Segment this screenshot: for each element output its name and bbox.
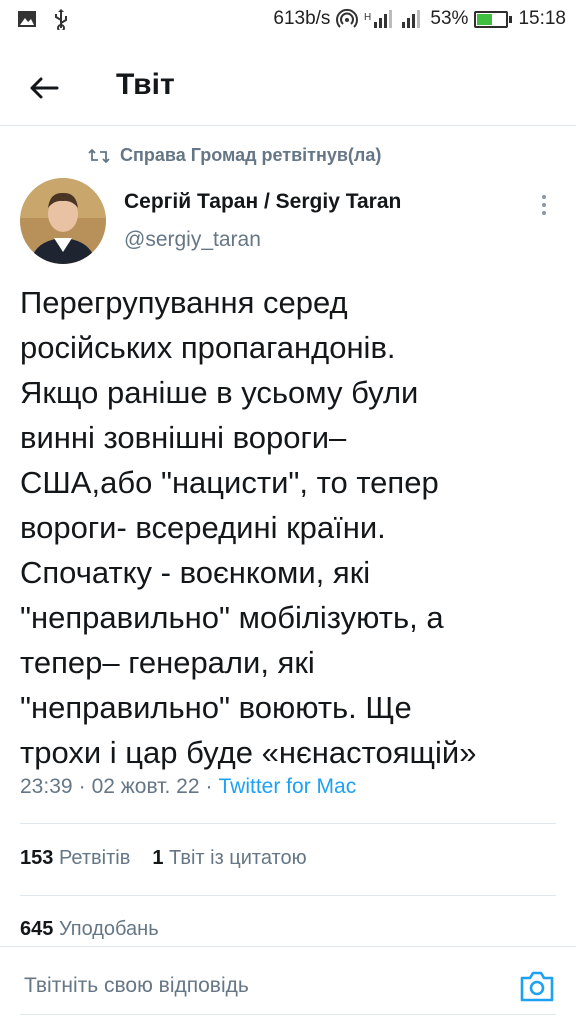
tweet-source-link[interactable]: Twitter for Mac <box>219 775 357 799</box>
likes-count: 645 <box>20 918 54 940</box>
meta-separator: · <box>78 775 86 798</box>
author-handle[interactable]: @sergiy_taran <box>124 228 261 252</box>
quotes-count: 1 <box>152 847 164 869</box>
clock: 15:18 <box>518 8 566 29</box>
retweets-count: 153 <box>20 847 54 869</box>
meta-separator: · <box>205 775 213 798</box>
battery-percent: 53% <box>430 8 469 29</box>
reply-underline <box>20 1014 556 1015</box>
hotspot-icon <box>336 8 359 28</box>
status-bar: 613b/s H 53% 15:18 <box>0 0 576 40</box>
likes-stat[interactable]: 645 Уподобань <box>20 918 159 941</box>
retweets-label: Ретвітів <box>58 847 131 869</box>
svg-text:H: H <box>364 12 371 23</box>
page-title: Твіт <box>116 68 175 101</box>
avatar-image <box>20 178 106 264</box>
more-dot <box>542 211 546 215</box>
tweet-meta: 23:39 · 02 жовт. 22 · Twitter for Mac <box>20 775 356 799</box>
app-header: Твіт <box>0 50 576 126</box>
more-dot <box>542 195 546 199</box>
tweet-time: 23:39 <box>20 775 73 798</box>
author-name[interactable]: Сергій Таран / Sergiy Taran <box>124 190 401 214</box>
divider <box>20 895 556 896</box>
status-bar-right: 613b/s H 53% 15:18 <box>273 8 566 30</box>
tweet-text: Перегрупування серед російських пропаган… <box>20 285 477 770</box>
retweet-label: Справа Громад ретвітнув(ла) <box>120 145 382 165</box>
likes-label: Уподобань <box>58 918 159 940</box>
divider <box>20 823 556 824</box>
tweet-stats: 153 Ретвітів 1 Твіт із цитатою <box>20 847 307 870</box>
image-icon <box>18 11 36 27</box>
avatar[interactable] <box>20 178 106 264</box>
more-dot <box>542 203 546 207</box>
reply-input[interactable] <box>24 971 484 1001</box>
arrow-left-icon <box>30 77 59 99</box>
back-button[interactable] <box>24 68 64 108</box>
battery-icon <box>474 10 513 28</box>
retweet-icon <box>88 148 110 163</box>
usb-icon <box>55 9 67 30</box>
camera-button[interactable] <box>518 967 556 1005</box>
tweet-date: 02 жовт. 22 <box>91 775 200 798</box>
signal-icon: H <box>364 10 393 28</box>
quotes-label: Твіт із цитатою <box>169 847 307 869</box>
status-bar-left <box>16 8 72 30</box>
retweeted-by[interactable]: Справа Громад ретвітнув(ла) <box>88 145 381 166</box>
signal-icon <box>402 10 421 28</box>
retweets-stat[interactable]: 153 Ретвітів <box>20 847 130 870</box>
camera-icon <box>520 971 554 1002</box>
reply-bar <box>0 946 576 1024</box>
network-speed: 613b/s <box>273 8 331 29</box>
quotes-stat[interactable]: 1 Твіт із цитатою <box>152 847 306 870</box>
more-options-button[interactable] <box>532 190 556 220</box>
